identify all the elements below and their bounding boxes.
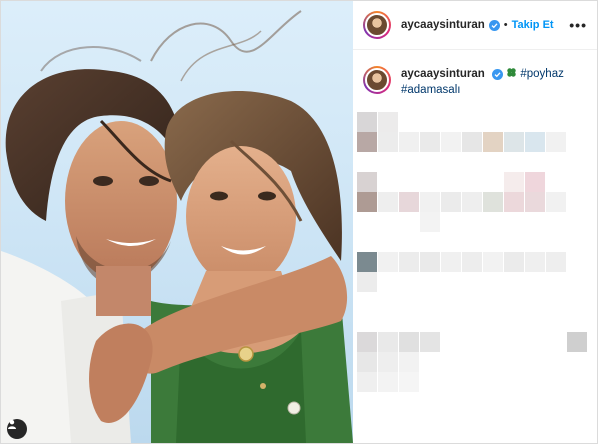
header-username[interactable]: aycaaysinturan (401, 19, 485, 31)
caption-text: aycaaysinturan #poyhaz #adamasalı (401, 66, 564, 98)
mosaic-cell (357, 172, 377, 192)
mosaic-cell (399, 332, 419, 352)
mosaic-cell (546, 192, 566, 212)
verified-icon (488, 19, 500, 31)
mosaic-cell (525, 252, 545, 272)
user-tag-icon[interactable] (7, 419, 27, 439)
mosaic-cell (546, 252, 566, 272)
mosaic-cell (399, 352, 419, 372)
mosaic-cell (357, 132, 377, 152)
couple-selfie-image (1, 10, 353, 443)
hashtag-link[interactable]: #adamasalı (401, 84, 460, 96)
mosaic-cell (483, 132, 503, 152)
mosaic-cell (399, 132, 419, 152)
mosaic-cell (483, 192, 503, 212)
mosaic-cell (378, 192, 398, 212)
separator-dot: • (503, 19, 508, 31)
mosaic-cell (567, 332, 587, 352)
caption-verified-icon (491, 69, 503, 80)
mosaic-cell (525, 192, 545, 212)
post-photo[interactable] (1, 1, 353, 443)
mosaic-cell (483, 252, 503, 272)
mosaic-cell (378, 112, 398, 132)
mosaic-cell (420, 132, 440, 152)
mosaic-cell (378, 372, 398, 392)
mosaic-cell (357, 372, 377, 392)
mosaic-cell (420, 252, 440, 272)
mosaic-cell (462, 252, 482, 272)
caption-avatar[interactable] (363, 66, 391, 94)
mosaic-cell (357, 272, 377, 292)
mosaic-cell (462, 132, 482, 152)
mosaic-cell (504, 252, 524, 272)
mosaic-cell (378, 352, 398, 372)
caption: aycaaysinturan #poyhaz #adamasalı (353, 50, 597, 98)
mosaic-cell (420, 192, 440, 212)
post-header: aycaaysinturan • Takip Et ••• (353, 1, 597, 50)
mosaic-cell (441, 192, 461, 212)
clover-icon (506, 67, 517, 78)
more-options-icon[interactable]: ••• (569, 17, 587, 33)
caption-username[interactable]: aycaaysinturan (401, 68, 485, 80)
mosaic-cell (357, 352, 377, 372)
mosaic-cell (357, 112, 377, 132)
mosaic-cell (525, 172, 545, 192)
mosaic-cell (399, 192, 419, 212)
mosaic-cell (378, 332, 398, 352)
mosaic-cell (357, 192, 377, 212)
mosaic-cell (441, 252, 461, 272)
mosaic-cell (525, 132, 545, 152)
mosaic-cell (420, 212, 440, 232)
mosaic-cell (420, 332, 440, 352)
mosaic-cell (378, 252, 398, 272)
mosaic-cell (504, 132, 524, 152)
mosaic-cell (504, 172, 524, 192)
hashtag-link[interactable]: #poyhaz (520, 68, 563, 80)
mosaic-cell (378, 132, 398, 152)
mosaic-cell (399, 252, 419, 272)
follow-button[interactable]: Takip Et (512, 19, 554, 31)
mosaic-cell (462, 192, 482, 212)
mosaic-cell (357, 252, 377, 272)
instagram-post: aycaaysinturan • Takip Et ••• aycaaysint… (0, 0, 598, 444)
mosaic-cell (399, 372, 419, 392)
mosaic-cell (357, 332, 377, 352)
mosaic-cell (504, 192, 524, 212)
avatar[interactable] (363, 11, 391, 39)
mosaic-cell (546, 132, 566, 152)
mosaic-cell (441, 132, 461, 152)
